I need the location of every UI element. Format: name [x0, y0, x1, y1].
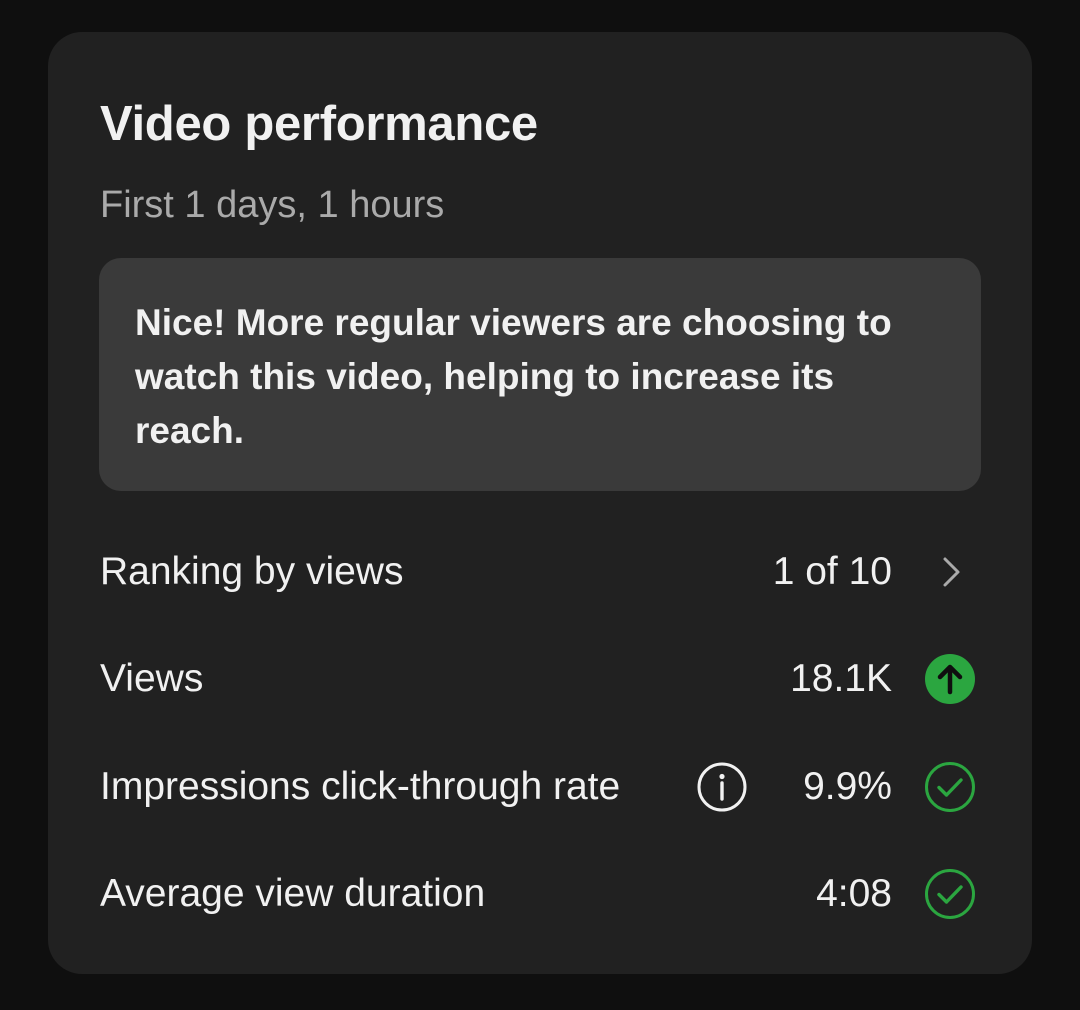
card-title: Video performance: [100, 97, 538, 151]
chevron-right-icon[interactable]: [924, 546, 976, 598]
metric-label: Views: [100, 657, 204, 700]
metric-row-ctr: Impressions click-through rate 9.9%: [100, 757, 980, 817]
insight-text: Nice! More regular viewers are choosing …: [135, 302, 892, 451]
metric-label: Average view duration: [100, 872, 486, 915]
video-performance-card: Video performance First 1 days, 1 hours …: [48, 32, 1032, 974]
metric-value: 1 of 10: [772, 550, 892, 593]
arrow-up-circle-icon: [924, 653, 976, 705]
metric-label: Impressions click-through rate: [100, 765, 621, 808]
card-subtitle: First 1 days, 1 hours: [100, 184, 445, 226]
check-circle-icon: [924, 761, 976, 813]
check-circle-icon: [924, 868, 976, 920]
insight-box: Nice! More regular viewers are choosing …: [99, 258, 981, 491]
metric-row-avg-duration: Average view duration 4:08: [100, 864, 980, 924]
info-icon[interactable]: [696, 761, 748, 813]
metric-value: 18.1K: [790, 657, 892, 700]
metric-value: 4:08: [816, 872, 892, 915]
metric-row-ranking[interactable]: Ranking by views 1 of 10: [100, 542, 980, 602]
metric-value: 9.9%: [803, 765, 892, 808]
metric-label: Ranking by views: [100, 550, 404, 593]
metric-row-views: Views 18.1K: [100, 649, 980, 709]
